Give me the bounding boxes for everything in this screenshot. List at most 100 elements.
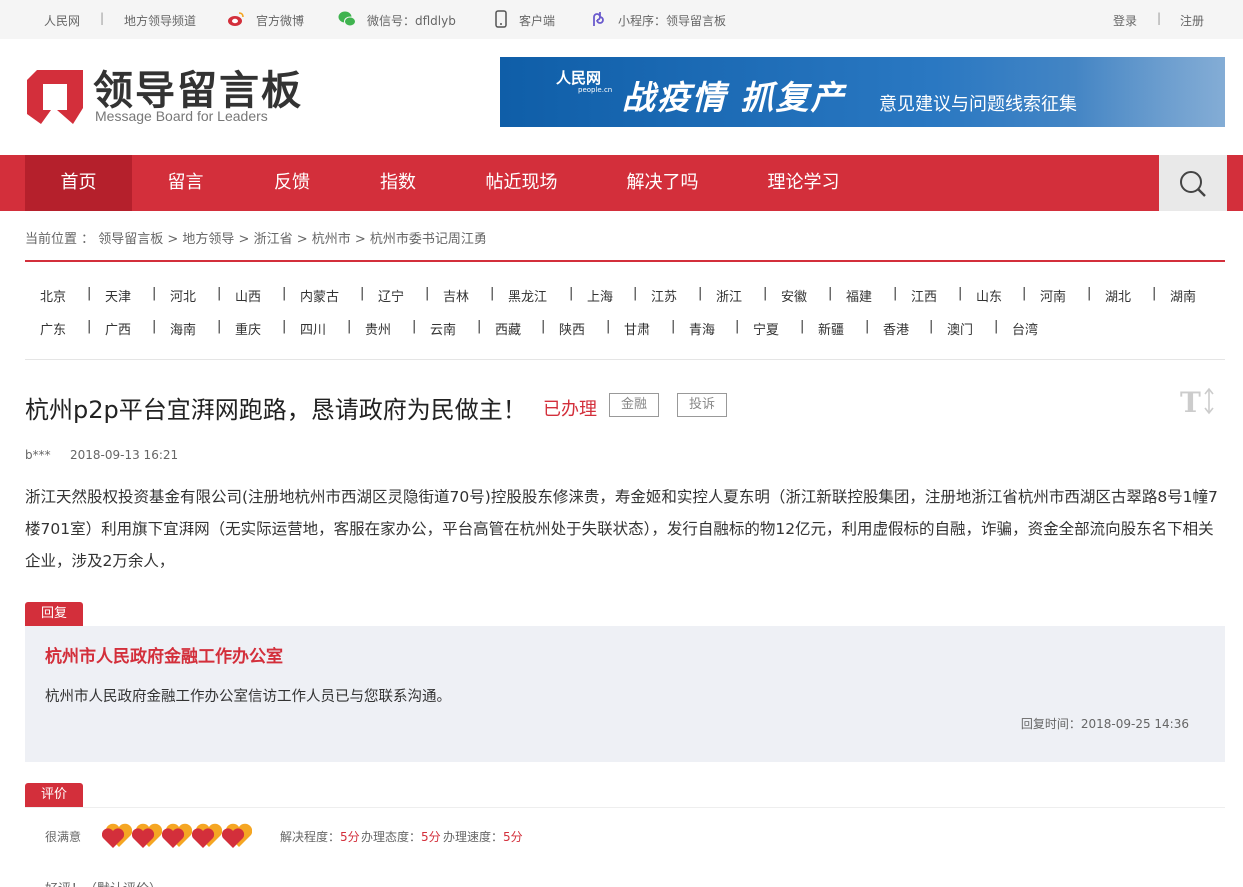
region-link[interactable]: 青海 xyxy=(689,319,715,338)
region-link[interactable]: 内蒙古 xyxy=(300,286,339,305)
message-title: 杭州p2p平台宜湃网跑路，恳请政府为民做主！ xyxy=(25,396,527,424)
region-link[interactable]: 山西 xyxy=(235,286,261,305)
mobile-icon xyxy=(495,10,507,28)
region-link[interactable]: 广西 xyxy=(105,319,131,338)
region-link[interactable]: 广东 xyxy=(40,319,66,338)
message-content: 浙江天然股权投资基金有限公司(注册地杭州市西湖区灵隐街道70号)控股股东修涞贵，… xyxy=(25,488,1218,570)
region-link[interactable]: 宁夏 xyxy=(753,319,779,338)
nav-feedback[interactable]: 反馈 xyxy=(239,155,345,211)
region-separator: | xyxy=(412,319,417,334)
author: b*** xyxy=(25,448,51,462)
heart-icon xyxy=(222,823,252,848)
solve-score: 解决程度：5分 xyxy=(280,828,360,845)
region-link[interactable]: 台湾 xyxy=(1012,319,1038,338)
banner-logo: 人民网 people.cn xyxy=(556,67,612,94)
breadcrumb[interactable]: 当前位置 ： 领导留言板 > 地方领导 > 浙江省 > 杭州市 > 杭州市委书记… xyxy=(25,228,487,247)
attitude-value: 5分 xyxy=(421,830,441,844)
region-separator: | xyxy=(698,286,703,301)
region-separator: | xyxy=(1022,286,1027,301)
speed-label: 办理速度： xyxy=(443,830,504,844)
nav-messages[interactable]: 留言 xyxy=(132,155,239,211)
people-link[interactable]: 人民网 xyxy=(44,12,80,29)
region-link[interactable]: 辽宁 xyxy=(378,286,404,305)
reply-text: 杭州市人民政府金融工作办公室信访工作人员已与您联系沟通。 xyxy=(45,689,451,705)
search-button[interactable] xyxy=(1159,155,1227,211)
miniapp-link[interactable]: 小程序：领导留言板 xyxy=(618,12,726,29)
nav-theory[interactable]: 理论学习 xyxy=(733,155,874,211)
satisfaction-label: 很满意 xyxy=(45,830,82,844)
heart-icon xyxy=(132,823,162,848)
search-icon xyxy=(1180,171,1206,197)
nav-index[interactable]: 指数 xyxy=(345,155,451,211)
region-separator: | xyxy=(425,286,430,301)
login-link[interactable]: 登录 xyxy=(1113,12,1137,29)
region-separator: | xyxy=(569,286,574,301)
region-separator: | xyxy=(633,286,638,301)
weibo-link[interactable]: 官方微博 xyxy=(256,12,304,29)
region-link[interactable]: 湖北 xyxy=(1105,286,1131,305)
logo-subtitle: Message Board for Leaders xyxy=(95,108,268,124)
tag-finance[interactable]: 金融 xyxy=(609,393,659,417)
region-link[interactable]: 北京 xyxy=(40,286,66,305)
region-link[interactable]: 湖南 xyxy=(1170,286,1196,305)
region-link[interactable]: 福建 xyxy=(846,286,872,305)
region-link[interactable]: 河南 xyxy=(1040,286,1066,305)
region-separator: | xyxy=(1087,286,1092,301)
region-separator: | xyxy=(360,286,365,301)
font-size-icon[interactable]: T xyxy=(1180,384,1216,418)
region-link[interactable]: 四川 xyxy=(300,319,326,338)
nav-solved[interactable]: 解决了吗 xyxy=(592,155,733,211)
status-badge: 已办理 xyxy=(543,399,597,420)
register-link[interactable]: 注册 xyxy=(1180,12,1204,29)
speed-value: 5分 xyxy=(503,830,523,844)
banner-photo xyxy=(1075,57,1225,127)
region-link[interactable]: 吉林 xyxy=(443,286,469,305)
region-link[interactable]: 贵州 xyxy=(365,319,391,338)
banner-title: 战疫情 抓复产 xyxy=(622,78,846,117)
region-link[interactable]: 河北 xyxy=(170,286,196,305)
region-link[interactable]: 江苏 xyxy=(651,286,677,305)
region-link[interactable]: 天津 xyxy=(105,286,131,305)
banner-logo-sub: people.cn xyxy=(578,86,613,94)
heart-icon xyxy=(192,823,222,848)
region-link[interactable]: 上海 xyxy=(587,286,613,305)
reply-tab: 回复 xyxy=(25,602,83,626)
region-link[interactable]: 浙江 xyxy=(716,286,742,305)
region-link[interactable]: 新疆 xyxy=(818,319,844,338)
logo-mark-icon[interactable] xyxy=(27,70,83,124)
nav-onsite[interactable]: 帖近现场 xyxy=(451,155,592,211)
banner-subtitle: 意见建议与问题线索征集 xyxy=(879,94,1077,115)
local-channel-link[interactable]: 地方领导频道 xyxy=(124,12,196,29)
region-link[interactable]: 陕西 xyxy=(559,319,585,338)
evaluation-comment: 好评！（默认评价） xyxy=(45,878,162,887)
region-link[interactable]: 甘肃 xyxy=(624,319,650,338)
attitude-score: 办理态度：5分 xyxy=(361,828,441,845)
miniapp-icon xyxy=(593,12,604,26)
region-link[interactable]: 江西 xyxy=(911,286,937,305)
banner-logo-text: 人民网 xyxy=(556,69,602,87)
region-link[interactable]: 黑龙江 xyxy=(508,286,547,305)
region-link[interactable]: 云南 xyxy=(430,319,456,338)
region-separator: | xyxy=(87,286,92,301)
region-link[interactable]: 西藏 xyxy=(495,319,521,338)
region-separator: | xyxy=(828,286,833,301)
region-separator: | xyxy=(671,319,676,334)
region-link[interactable]: 澳门 xyxy=(947,319,973,338)
tag-complaint[interactable]: 投诉 xyxy=(677,393,727,417)
region-link[interactable]: 山东 xyxy=(976,286,1002,305)
region-separator: | xyxy=(800,319,805,334)
banner[interactable]: 人民网 people.cn 战疫情 抓复产 意见建议与问题线索征集 xyxy=(500,57,1225,127)
solve-label: 解决程度： xyxy=(280,830,341,844)
region-link[interactable]: 香港 xyxy=(883,319,909,338)
logo-title[interactable]: 领导留言板 xyxy=(93,69,303,113)
region-separator: | xyxy=(152,286,157,301)
region-link[interactable]: 安徽 xyxy=(781,286,807,305)
nav-home[interactable]: 首页 xyxy=(25,155,132,211)
separator: | xyxy=(100,11,105,25)
region-link[interactable]: 海南 xyxy=(170,319,196,338)
region-link[interactable]: 重庆 xyxy=(235,319,261,338)
region-separator: | xyxy=(1152,286,1157,301)
region-separator: | xyxy=(763,286,768,301)
region-separator: | xyxy=(477,319,482,334)
client-link[interactable]: 客户端 xyxy=(519,12,555,29)
